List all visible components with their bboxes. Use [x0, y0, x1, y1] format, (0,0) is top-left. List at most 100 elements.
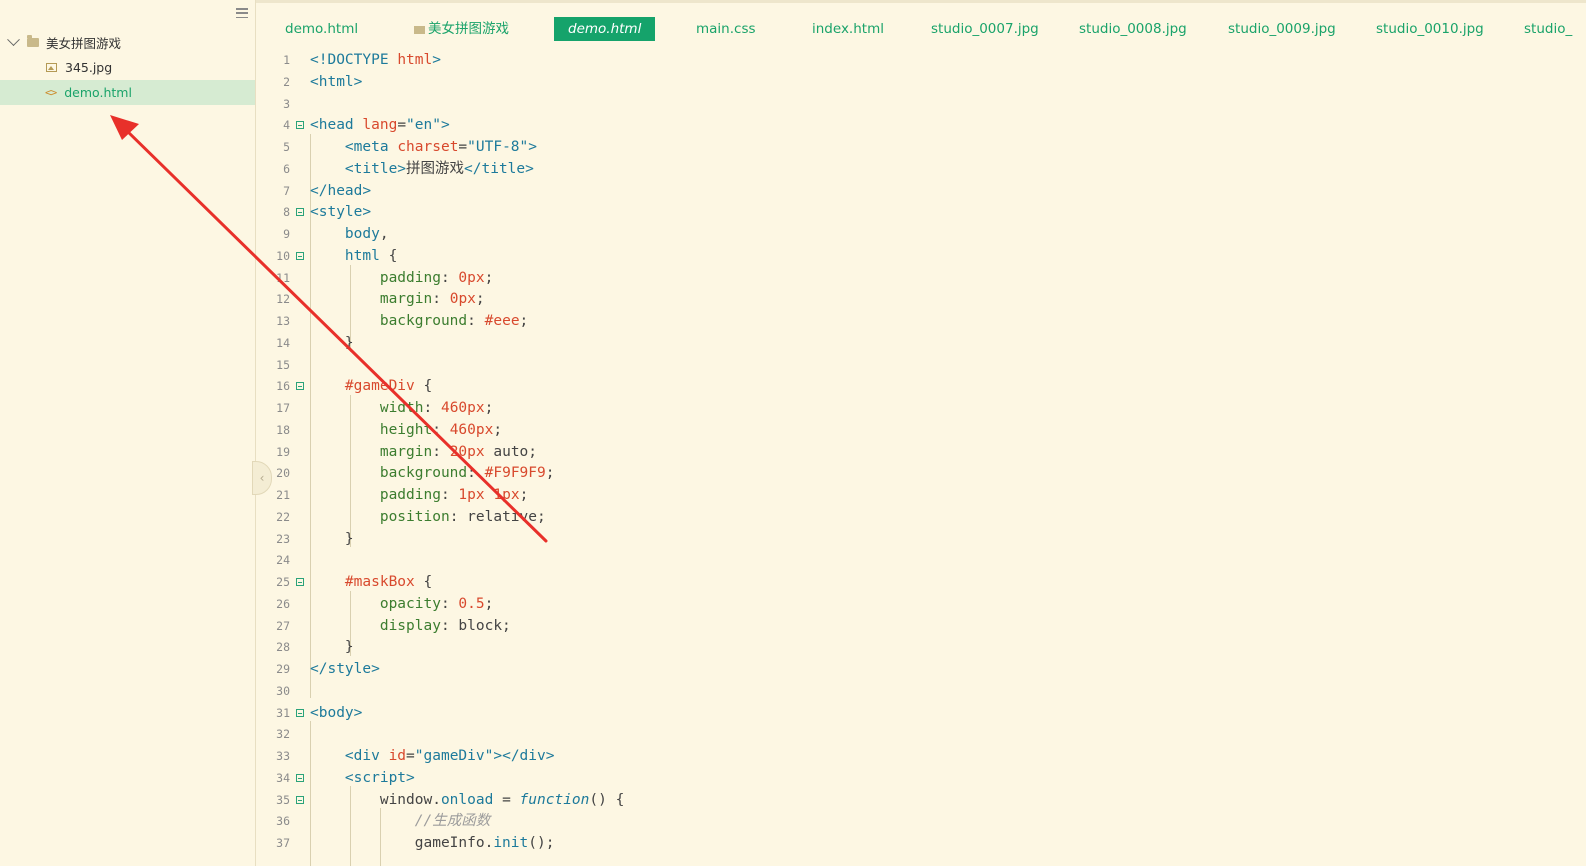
code-line: 23 }: [256, 529, 1556, 551]
fold-toggle-icon[interactable]: [296, 208, 304, 217]
tab-label: 美女拼图游戏: [428, 21, 509, 37]
tab-studio-0008[interactable]: studio_0008.jpg: [1079, 17, 1187, 41]
file-label: 345.jpg: [65, 60, 113, 75]
folder-label: 美女拼图游戏: [46, 36, 122, 51]
hamburger-menu-icon[interactable]: [236, 8, 248, 18]
code-token: opacity: [379, 595, 441, 612]
fold-toggle-icon[interactable]: [296, 795, 304, 804]
tab-studio-0009[interactable]: studio_0009.jpg: [1228, 17, 1336, 41]
tab-main-css[interactable]: main.css: [696, 17, 756, 41]
line-number: 21: [276, 488, 290, 502]
fold-toggle-icon[interactable]: [296, 121, 304, 130]
code-token: ();: [528, 835, 555, 851]
line-number: 10: [276, 248, 290, 263]
code-token: px: [467, 400, 485, 416]
code-text: <title>拼图游戏</title>: [310, 159, 534, 181]
code-text: </style>: [310, 659, 380, 681]
fold-toggle-icon[interactable]: [296, 773, 304, 782]
code-token: ;: [545, 465, 555, 482]
code-token: "en": [406, 117, 441, 134]
line-number: 22: [276, 509, 290, 524]
tree-folder[interactable]: 美女拼图游戏: [0, 30, 255, 55]
tab-studio-partial[interactable]: studio_: [1524, 17, 1572, 41]
code-line: 11 padding: 0px;: [256, 268, 1556, 290]
line-number: 28: [276, 640, 290, 655]
line-number: 1: [283, 53, 290, 67]
code-token: </head>: [310, 182, 372, 199]
code-token: =: [458, 139, 468, 155]
line-number: 16: [276, 379, 290, 394]
fold-toggle-icon[interactable]: [296, 251, 304, 260]
line-number: 36: [276, 814, 290, 829]
tab-demo-html-1[interactable]: demo.html: [285, 17, 358, 41]
code-token: //生成函数: [414, 813, 491, 830]
code-text: margin: 0px;: [310, 289, 485, 311]
tab-studio-0010[interactable]: studio_0010.jpg: [1376, 17, 1484, 41]
code-line: 17 width: 460px;: [256, 398, 1556, 420]
code-text: }: [310, 637, 354, 659]
code-text: position: relative;: [310, 507, 546, 529]
code-token: html: [397, 52, 433, 68]
line-number: 26: [276, 596, 290, 611]
code-line: 6 <title>拼图游戏</title>: [256, 159, 1556, 181]
tab-folder[interactable]: 美女拼图游戏: [414, 17, 509, 41]
code-token: {: [379, 247, 398, 264]
code-token: window.: [310, 791, 441, 808]
code-token: {: [414, 574, 433, 590]
code-token: {: [414, 378, 433, 395]
line-number: 11: [276, 270, 290, 285]
code-text: height: 460px;: [310, 420, 502, 442]
code-file-icon: <>: [45, 86, 57, 99]
chevron-down-icon[interactable]: [7, 33, 20, 47]
tree-file-html[interactable]: <> demo.html: [0, 80, 255, 105]
file-label: demo.html: [64, 85, 132, 100]
fold-toggle-icon[interactable]: [296, 708, 304, 717]
code-token: body: [344, 226, 380, 242]
code-token: #F9F9F9: [484, 465, 546, 482]
code-token: 0: [458, 269, 468, 286]
line-number: 34: [276, 770, 290, 785]
code-token: padding: [379, 269, 441, 286]
code-line: 27 display: block;: [256, 616, 1556, 638]
code-token: >: [440, 117, 450, 134]
tab-studio-0007[interactable]: studio_0007.jpg: [931, 17, 1039, 41]
code-token: padding: [379, 487, 441, 503]
tab-label: studio_0007.jpg: [931, 21, 1039, 37]
code-line: 20 background: #F9F9F9;: [256, 463, 1556, 485]
code-token: px: [467, 443, 485, 460]
tab-demo-html-active[interactable]: demo.html: [554, 17, 656, 41]
code-editor[interactable]: 1 <!DOCTYPE html> 2 <html> 3 4 <head lang="en"…: [256, 44, 1586, 866]
code-token: ></div>: [493, 748, 555, 764]
code-line: 22 position: relative;: [256, 507, 1556, 529]
code-line: 26 opacity: 0.5;: [256, 594, 1556, 616]
code-token: height: [379, 421, 433, 438]
line-number: 14: [276, 335, 290, 350]
code-line: 31 <body>: [256, 703, 1556, 725]
tab-index-html[interactable]: index.html: [812, 17, 884, 41]
code-text: gameInfo.init();: [310, 833, 555, 855]
folder-icon: [27, 35, 39, 47]
fold-toggle-icon[interactable]: [296, 578, 304, 586]
tab-label: studio_: [1524, 21, 1573, 37]
code-text: <style>: [310, 202, 371, 224]
line-number: 25: [276, 575, 290, 589]
code-token: :: [440, 487, 459, 503]
code-token: init: [493, 835, 529, 851]
line-number: 19: [276, 444, 290, 459]
tree-file-image[interactable]: 345.jpg: [0, 55, 255, 80]
code-token: <body>: [310, 704, 363, 721]
code-token: >: [432, 52, 441, 68]
code-text: #maskBox {: [310, 572, 432, 594]
code-token: >: [528, 139, 537, 155]
tab-label: demo.html: [568, 21, 642, 37]
line-number: 8: [283, 205, 290, 220]
code-token: 0.5: [458, 595, 485, 612]
code-text: <html>: [310, 72, 362, 94]
line-number: 4: [283, 118, 290, 133]
fold-toggle-icon[interactable]: [296, 382, 304, 391]
tab-label: index.html: [812, 21, 884, 37]
code-line: 34 <script>: [256, 768, 1556, 790]
